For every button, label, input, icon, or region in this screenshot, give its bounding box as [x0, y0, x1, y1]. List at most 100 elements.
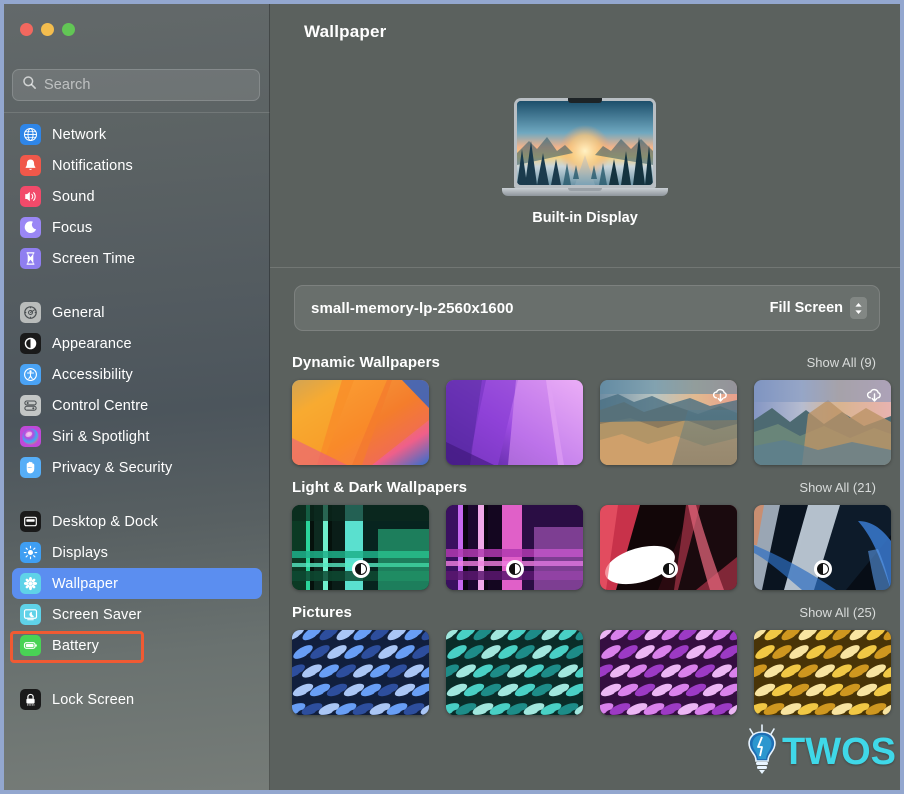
- sidebar-item-displays[interactable]: Displays: [12, 537, 262, 568]
- wallpaper-thumbnail-catalina-island[interactable]: [754, 380, 891, 465]
- sidebar-item-battery[interactable]: Battery: [12, 630, 262, 661]
- wallpaper-section-dynamic-wallpapers: Dynamic Wallpapers Show All (9): [292, 354, 900, 465]
- current-wallpaper-row[interactable]: small-memory-lp-2560x1600 Fill Screen: [294, 285, 880, 331]
- sidebar: Search Network Notifications Sound Focus Scr…: [4, 4, 270, 790]
- cloud-download-icon[interactable]: [865, 386, 884, 405]
- search-container[interactable]: Search: [12, 69, 260, 101]
- thumbnail-row: [292, 630, 900, 715]
- sidebar-item-appearance[interactable]: Appearance: [12, 328, 262, 359]
- wallpaper-thumbnail-feather-teal[interactable]: [446, 630, 583, 715]
- laptop-base-notch: [568, 188, 602, 191]
- sidebar-group-separator: [12, 483, 262, 503]
- wallpaper-thumbnail-ld-blue-silver[interactable]: [754, 505, 891, 590]
- desktop-icon: [20, 511, 41, 532]
- main-header: Wallpaper: [270, 4, 900, 92]
- show-all-link[interactable]: Show All (25): [799, 605, 876, 620]
- sidebar-item-label: Notifications: [52, 157, 133, 174]
- sidebar-group-2: Desktop & Dock Displays Wallpaper Screen Sa…: [12, 503, 262, 661]
- page-title: Wallpaper: [304, 22, 387, 41]
- zoom-button[interactable]: [62, 23, 75, 36]
- wallpaper-section-pictures: Pictures Show All (25): [292, 604, 900, 715]
- flower-icon: [20, 573, 41, 594]
- section-header: Light & Dark Wallpapers Show All (21): [292, 479, 900, 496]
- sidebar-item-desktop-dock[interactable]: Desktop & Dock: [12, 506, 262, 537]
- sidebar-item-privacy-security[interactable]: Privacy & Security: [12, 452, 262, 483]
- sidebar-item-label: Screen Saver: [52, 606, 142, 623]
- wallpaper-thumbnail-ld-green-teal[interactable]: [292, 505, 429, 590]
- wallpaper-thumbnail-ventura-orange[interactable]: [292, 380, 429, 465]
- cloud-download-icon[interactable]: [711, 386, 730, 405]
- sidebar-item-lock-screen[interactable]: Lock Screen: [12, 684, 262, 715]
- display-preview-zone: Built-in Display: [270, 92, 900, 267]
- header-divider: [270, 267, 900, 268]
- sidebar-group-0: Network Notifications Sound Focus Screen Tim…: [12, 116, 262, 274]
- sidebar-item-network[interactable]: Network: [12, 119, 262, 150]
- section-title: Dynamic Wallpapers: [292, 354, 440, 371]
- person-icon: [20, 364, 41, 385]
- sidebar-item-label: Sound: [52, 188, 95, 205]
- chevron-updown-icon: [850, 297, 867, 319]
- sidebar-item-focus[interactable]: Focus: [12, 212, 262, 243]
- show-all-link[interactable]: Show All (9): [807, 355, 876, 370]
- sidebar-item-screen-saver[interactable]: Screen Saver: [12, 599, 262, 630]
- sidebar-item-label: General: [52, 304, 105, 321]
- moon-icon: [20, 217, 41, 238]
- laptop-screen: [517, 101, 653, 185]
- search-icon: [22, 75, 37, 95]
- wallpaper-thumbnail-feather-yellow[interactable]: [754, 630, 891, 715]
- sidebar-item-label: Appearance: [52, 335, 132, 352]
- wallpaper-section-light-dark-wallpapers: Light & Dark Wallpapers Show All (21): [292, 479, 900, 590]
- laptop-notch: [568, 98, 602, 103]
- light-dark-badge-icon: [813, 560, 832, 578]
- sidebar-group-3: Lock Screen: [12, 681, 262, 715]
- minimize-button[interactable]: [41, 23, 54, 36]
- search-field[interactable]: Search: [12, 69, 260, 101]
- wallpaper-preview-art: [517, 101, 653, 185]
- fit-mode-popup-button[interactable]: Fill Screen: [770, 297, 867, 319]
- sidebar-item-label: Wallpaper: [52, 575, 119, 592]
- section-header: Pictures Show All (25): [292, 604, 900, 621]
- sidebar-item-label: Privacy & Security: [52, 459, 173, 476]
- sidebar-group-separator: [12, 661, 262, 681]
- sidebar-item-accessibility[interactable]: Accessibility: [12, 359, 262, 390]
- thumbnail-row: [292, 505, 900, 590]
- display-label: Built-in Display: [532, 210, 638, 226]
- sidebar-item-label: Battery: [52, 637, 99, 654]
- contrast-icon: [20, 333, 41, 354]
- hand-icon: [20, 457, 41, 478]
- sidebar-item-label: Desktop & Dock: [52, 513, 159, 530]
- sidebar-item-siri-spotlight[interactable]: Siri & Spotlight: [12, 421, 262, 452]
- sidebar-item-label: Control Centre: [52, 397, 149, 414]
- sidebar-item-notifications[interactable]: Notifications: [12, 150, 262, 181]
- light-dark-badge-icon: [351, 560, 370, 578]
- wallpaper-thumbnail-big-sur-coast[interactable]: [600, 380, 737, 465]
- globe-icon: [20, 124, 41, 145]
- thumbnail-row: [292, 380, 900, 465]
- sidebar-group-separator: [12, 274, 262, 294]
- sidebar-item-label: Network: [52, 126, 107, 143]
- section-title: Light & Dark Wallpapers: [292, 479, 468, 496]
- traffic-lights: [20, 23, 75, 36]
- wallpaper-thumbnail-feather-blue[interactable]: [292, 630, 429, 715]
- wallpaper-thumbnail-monterey-purple[interactable]: [446, 380, 583, 465]
- sidebar-item-label: Accessibility: [52, 366, 133, 383]
- sidebar-item-wallpaper[interactable]: Wallpaper: [12, 568, 262, 599]
- battery-icon: [20, 635, 41, 656]
- close-button[interactable]: [20, 23, 33, 36]
- sidebar-item-screen-time[interactable]: Screen Time: [12, 243, 262, 274]
- show-all-link[interactable]: Show All (21): [799, 480, 876, 495]
- laptop-preview[interactable]: [502, 98, 668, 196]
- sidebar-item-control-centre[interactable]: Control Centre: [12, 390, 262, 421]
- sidebar-nav: Network Notifications Sound Focus Screen Tim…: [4, 116, 270, 790]
- wallpaper-thumbnail-feather-pink[interactable]: [600, 630, 737, 715]
- wallpaper-thumbnail-ld-magenta[interactable]: [446, 505, 583, 590]
- search-input-placeholder[interactable]: Search: [44, 77, 91, 93]
- sidebar-item-sound[interactable]: Sound: [12, 181, 262, 212]
- gear-icon: [20, 302, 41, 323]
- sidebar-item-general[interactable]: General: [12, 297, 262, 328]
- wallpaper-thumbnail-ld-red-white[interactable]: [600, 505, 737, 590]
- sidebar-item-label: Siri & Spotlight: [52, 428, 150, 445]
- fit-mode-label: Fill Screen: [769, 300, 843, 316]
- wallpaper-sections: Dynamic Wallpapers Show All (9) Light & Da…: [270, 354, 900, 790]
- sidebar-group-1: General Appearance Accessibility Control Ce…: [12, 294, 262, 483]
